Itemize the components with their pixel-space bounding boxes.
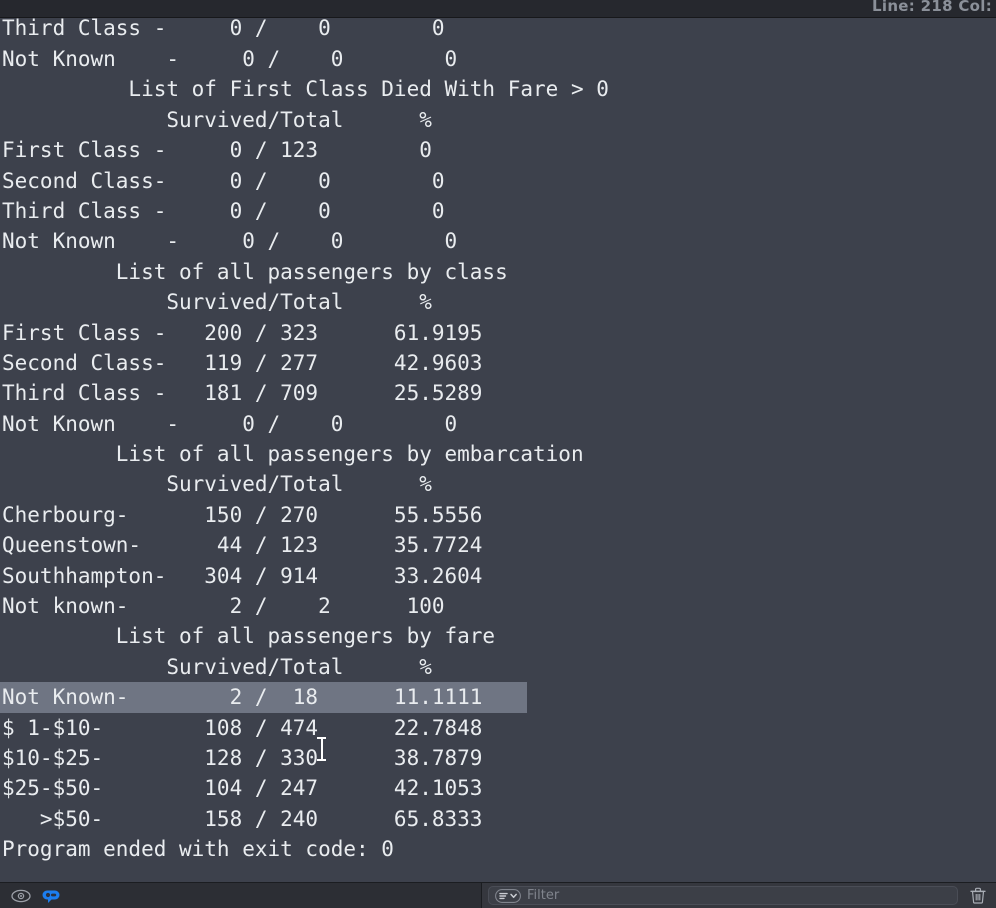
console-line: Survived/Total % <box>0 652 996 682</box>
console-line: >$50- 158 / 240 65.8333 <box>0 804 996 834</box>
console-line: Not known- 2 / 2 100 <box>0 591 996 621</box>
console-output-icon[interactable] <box>40 886 62 906</box>
console-line-text: $ 1-$10- 108 / 474 22.7848 <box>2 715 483 740</box>
console-line-text: Not Known- 2 / 18 11.1111 <box>2 685 483 710</box>
console-line-text: List of all passengers by class <box>2 259 508 284</box>
console-line: Cherbourg- 150 / 270 55.5556 <box>0 500 996 530</box>
console-line-text: Not known- 2 / 2 100 <box>2 594 445 619</box>
console-line: Third Class - 0 / 0 0 <box>0 196 996 226</box>
trash-icon[interactable] <box>968 886 988 906</box>
console-line-text: Survived/Total % <box>2 107 432 132</box>
console-line: Survived/Total % <box>0 287 996 317</box>
console-line-text: Not Known - 0 / 0 0 <box>2 411 458 436</box>
console-line-text: Second Class- 0 / 0 0 <box>2 168 445 193</box>
console-line: List of all passengers by embarcation <box>0 439 996 469</box>
console-line-text: Cherbourg- 150 / 270 55.5556 <box>2 502 483 527</box>
console-line-text: >$50- 158 / 240 65.8333 <box>2 806 483 831</box>
xcode-debug-console-window: Line: 218 Col: Third Class - 0 / 0 0 Not … <box>0 0 996 908</box>
console-line-text: Second Class- 119 / 277 42.9603 <box>2 350 483 375</box>
console-line: List of all passengers by fare <box>0 621 996 651</box>
console-line: $10-$25- 128 / 330 38.7879 <box>0 743 996 773</box>
console-line: First Class - 200 / 323 61.9195 <box>0 318 996 348</box>
filter-input[interactable]: Filter <box>488 886 958 905</box>
console-line: Not Known - 0 / 0 0 <box>0 409 996 439</box>
console-line-text: Third Class - 0 / 0 0 <box>2 198 445 223</box>
console-line-text: Southhampton- 304 / 914 33.2604 <box>2 563 483 588</box>
console-line: Third Class - 0 / 0 0 <box>0 18 996 44</box>
console-line-text: Survived/Total % <box>2 654 432 679</box>
toolbar-right-pane: Filter <box>482 883 996 908</box>
console-line: List of First Class Died With Fare > 0 <box>0 74 996 104</box>
console-line: Second Class- 0 / 0 0 <box>0 166 996 196</box>
console-line-text: Queenstown- 44 / 123 35.7724 <box>2 533 483 558</box>
console-line: Survived/Total % <box>0 469 996 499</box>
console-line: Third Class - 181 / 709 25.5289 <box>0 378 996 408</box>
console-line-text: $25-$50- 104 / 247 42.1053 <box>2 776 483 801</box>
console-line-text: List of all passengers by fare <box>2 624 496 649</box>
console-line: Southhampton- 304 / 914 33.2604 <box>0 561 996 591</box>
editor-status-bar: Line: 218 Col: <box>0 0 996 18</box>
debug-console-toolbar: Filter <box>0 882 996 908</box>
console-line: Survived/Total % <box>0 105 996 135</box>
console-line-text: $10-$25- 128 / 330 38.7879 <box>2 745 483 770</box>
console-line-text: List of First Class Died With Fare > 0 <box>2 77 609 102</box>
console-line-text: Program ended with exit code: 0 <box>2 837 394 862</box>
eye-icon[interactable] <box>10 886 32 906</box>
filter-lines-icon[interactable] <box>495 888 521 903</box>
console-line: Program ended with exit code: 0 <box>0 834 996 864</box>
console-line-text: List of all passengers by embarcation <box>2 442 584 467</box>
console-line: Second Class- 119 / 277 42.9603 <box>0 348 996 378</box>
console-line: Not Known - 0 / 0 0 <box>0 44 996 74</box>
console-line-text: Survived/Total % <box>2 290 432 315</box>
console-line-text: Third Class - 0 / 0 0 <box>2 18 445 40</box>
console-line-text: First Class - 200 / 323 61.9195 <box>2 320 483 345</box>
console-line: First Class - 0 / 123 0 <box>0 135 996 165</box>
console-line: Queenstown- 44 / 123 35.7724 <box>0 530 996 560</box>
line-column-indicator: Line: 218 Col: <box>872 0 992 15</box>
console-line-text: Not Known - 0 / 0 0 <box>2 229 458 254</box>
console-line-text: First Class - 0 / 123 0 <box>2 138 432 163</box>
console-line: List of all passengers by class <box>0 257 996 287</box>
console-output-area[interactable]: Third Class - 0 / 0 0 Not Known - 0 / 0 0… <box>0 18 996 882</box>
console-line: $ 1-$10- 108 / 474 22.7848 <box>0 713 996 743</box>
filter-placeholder: Filter <box>527 888 560 903</box>
console-line-text: Survived/Total % <box>2 472 432 497</box>
console-line-selected: Not Known- 2 / 18 11.1111 <box>0 682 996 713</box>
console-line: $25-$50- 104 / 247 42.1053 <box>0 773 996 803</box>
console-line: Not Known - 0 / 0 0 <box>0 226 996 256</box>
console-line-text: Not Known - 0 / 0 0 <box>2 47 458 71</box>
console-line-text: Third Class - 181 / 709 25.5289 <box>2 381 483 406</box>
toolbar-left-pane <box>0 883 482 908</box>
